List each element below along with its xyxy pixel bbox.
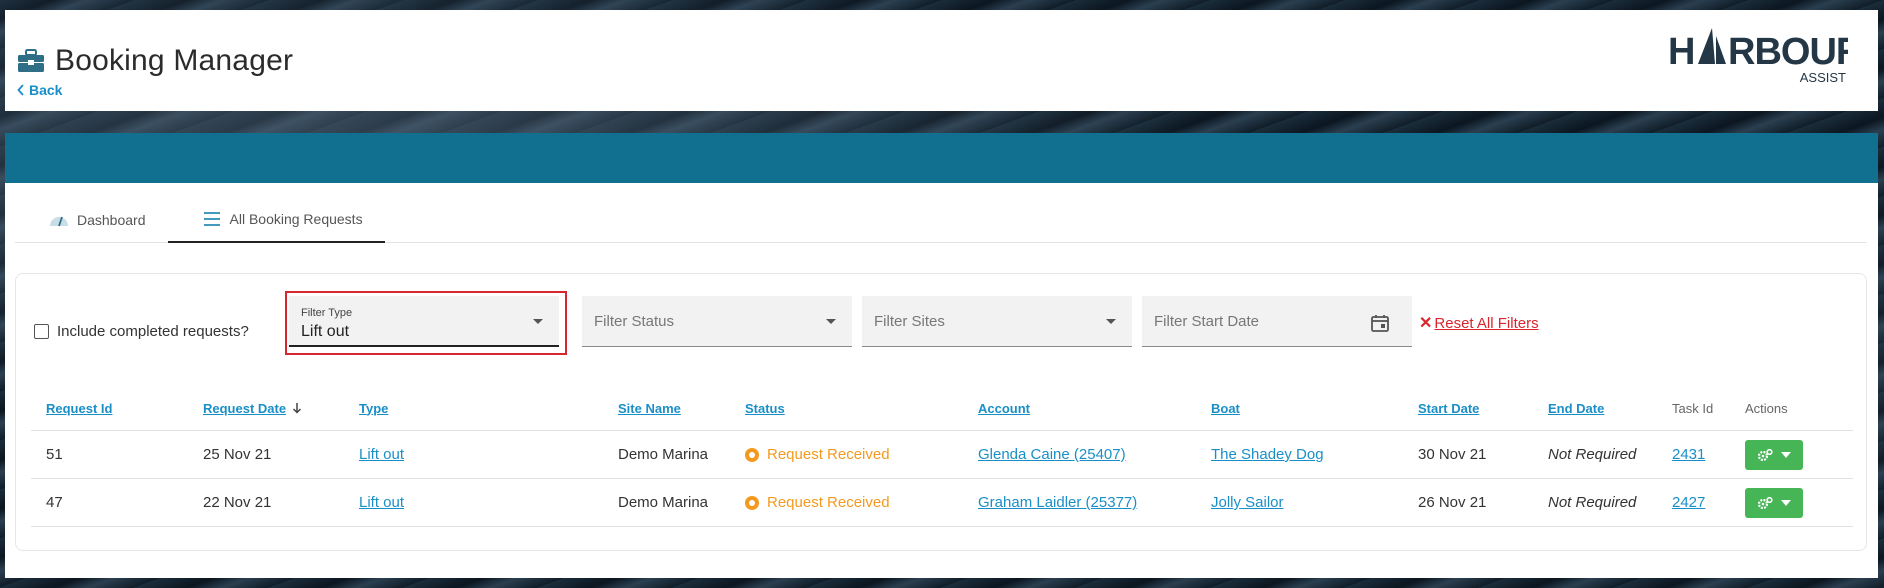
col-status[interactable]: Status [745,386,785,430]
filter-type-label: Filter Type [301,307,353,319]
cell-type-link[interactable]: Lift out [359,431,404,478]
tab-all-booking-requests-label: All Booking Requests [229,211,363,227]
checkbox-box[interactable] [34,324,49,339]
chevron-down-icon [533,319,543,324]
include-completed-label: Include completed requests? [57,323,249,340]
page-title: Booking Manager [55,44,294,77]
cell-status: Request Received [745,431,890,478]
close-icon: ✕ [1419,315,1433,332]
filter-status-placeholder: Filter Status [594,313,675,330]
cell-boat-link[interactable]: Jolly Sailor [1211,479,1284,526]
status-label: Request Received [767,494,890,511]
sort-down-icon [293,403,302,414]
chevron-down-icon [826,319,836,324]
chevron-down-icon [1106,319,1116,324]
status-dot-icon [745,495,759,510]
back-label: Back [29,82,63,98]
cell-start-date: 30 Nov 21 [1418,446,1487,463]
filter-sites-placeholder: Filter Sites [874,313,945,330]
requests-table: Request Id Request Date Type Site Name S… [31,386,1853,527]
filter-status-select[interactable]: Filter Status [582,296,852,347]
cell-start-date: 26 Nov 21 [1418,494,1487,511]
cogs-icon [1757,448,1773,461]
cell-site-name: Demo Marina [618,446,709,463]
list-icon [203,212,220,226]
cell-account-link[interactable]: Graham Laidler (25377) [978,479,1137,526]
table-row: 47 22 Nov 21 Lift out Demo Marina Reques… [31,479,1853,527]
cogs-icon [1757,496,1773,509]
table-row: 51 25 Nov 21 Lift out Demo Marina Reques… [31,431,1853,479]
filter-type-select[interactable]: Filter Type Lift out [289,296,559,347]
filter-bar: Include completed requests? Filter Type … [16,274,1866,384]
cell-actions [1745,431,1803,478]
cell-end-date: Not Required [1548,446,1637,463]
svg-text:RBOUR: RBOUR [1728,31,1848,73]
cell-request-id: 51 [46,446,63,463]
cell-request-date: 22 Nov 21 [203,494,272,511]
chevron-left-icon [17,84,24,96]
svg-text:H: H [1668,31,1694,73]
logo-sub-text: ASSIST [1800,70,1846,85]
requests-card: Include completed requests? Filter Type … [15,273,1867,551]
chevron-down-icon [1781,451,1791,458]
cell-type-link[interactable]: Lift out [359,479,404,526]
row-actions-button[interactable] [1745,487,1803,518]
cell-actions [1745,479,1803,526]
cell-request-id: 47 [46,494,63,511]
toolbox-icon [18,49,44,72]
filter-start-date-input[interactable]: Filter Start Date [1142,296,1412,347]
status-dot-icon [745,447,759,462]
cell-task-id-link[interactable]: 2431 [1672,431,1705,478]
tab-dashboard-label: Dashboard [77,212,146,228]
col-site-name[interactable]: Site Name [618,386,681,430]
cell-site-name: Demo Marina [618,494,709,511]
row-actions-button[interactable] [1745,439,1803,470]
tab-bar: Dashboard All Booking Requests [15,197,1867,243]
reset-filters-label: Reset All Filters [1434,314,1539,332]
col-request-date[interactable]: Request Date [203,386,302,430]
col-start-date[interactable]: Start Date [1418,386,1479,430]
tab-dashboard[interactable]: Dashboard [15,197,168,243]
cell-request-date: 25 Nov 21 [203,446,272,463]
main-panel: Dashboard All Booking Requests Include c… [5,183,1878,578]
cell-task-id-link[interactable]: 2427 [1672,479,1705,526]
col-request-date-label: Request Date [203,400,287,416]
gauge-icon [50,216,68,227]
filter-start-date-placeholder: Filter Start Date [1154,313,1260,330]
filter-type-value: Lift out [301,323,350,340]
cell-account-link[interactable]: Glenda Caine (25407) [978,431,1126,478]
chevron-down-icon [1781,499,1791,506]
col-type[interactable]: Type [359,386,388,430]
header-bar: Booking Manager Back H RBOUR ASSIST [5,10,1878,111]
cell-end-date: Not Required [1548,494,1637,511]
tab-all-booking-requests[interactable]: All Booking Requests [167,197,385,243]
reset-filters-link[interactable]: ✕ Reset All Filters [1419,313,1539,333]
accent-band [5,133,1878,183]
col-account[interactable]: Account [978,386,1030,430]
filter-sites-select[interactable]: Filter Sites [862,296,1132,347]
col-end-date[interactable]: End Date [1548,386,1604,430]
col-request-id[interactable]: Request Id [46,386,112,430]
cell-boat-link[interactable]: The Shadey Dog [1211,431,1324,478]
back-link[interactable]: Back [17,82,62,98]
harbour-assist-logo: H RBOUR ASSIST [1668,28,1848,85]
calendar-icon[interactable] [1370,313,1390,333]
table-header: Request Id Request Date Type Site Name S… [31,386,1853,431]
col-task-id: Task Id [1672,400,1714,416]
col-boat[interactable]: Boat [1211,386,1240,430]
col-actions: Actions [1745,400,1788,416]
title-row: Booking Manager [17,44,293,78]
status-label: Request Received [767,446,890,463]
include-completed-checkbox[interactable]: Include completed requests? [34,323,249,340]
cell-status: Request Received [745,479,890,526]
